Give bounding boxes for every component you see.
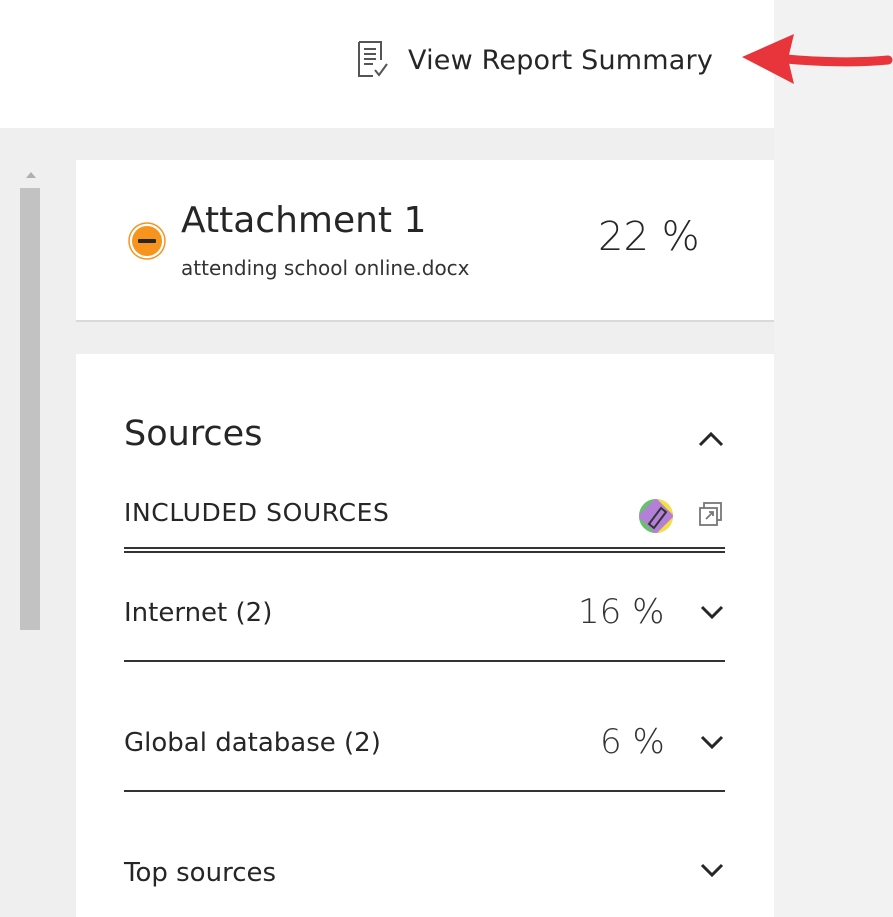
highlight-filter-icon[interactable]: [638, 498, 674, 534]
sources-card: Sources INCLUDED SOURCES Internet (2) 16…: [76, 354, 774, 917]
row-divider: [124, 660, 725, 662]
red-arrow-annotation: [742, 34, 893, 84]
included-sources-divider: [124, 547, 725, 553]
view-report-summary-label: View Report Summary: [408, 44, 714, 76]
scroll-up-arrow-icon[interactable]: [22, 168, 40, 182]
source-row-label: Internet (2): [124, 598, 273, 628]
chevron-up-icon[interactable]: [696, 428, 726, 450]
right-rail: [774, 0, 893, 917]
document-check-icon: [358, 41, 388, 77]
export-icon[interactable]: [698, 501, 724, 527]
attachment-card[interactable]: Attachment 1 attending school online.doc…: [76, 160, 774, 322]
source-row-percent: 16 %: [578, 592, 665, 632]
row-divider: [124, 790, 725, 792]
view-report-summary-link[interactable]: View Report Summary: [356, 38, 713, 82]
page: View Report Summary Attachment 1 attendi…: [0, 0, 893, 917]
source-row-label: Top sources: [124, 858, 277, 888]
scrollbar-thumb[interactable]: [20, 188, 40, 630]
chevron-down-icon[interactable]: [698, 860, 726, 880]
source-row-percent: 6 %: [600, 722, 665, 762]
sources-title: Sources: [124, 414, 263, 454]
source-row-global-database[interactable]: Global database (2) 6 %: [124, 690, 725, 798]
attachment-similarity-score: 22 %: [598, 214, 700, 260]
orange-minus-circle-icon: [128, 222, 166, 260]
source-row-label: Global database (2): [124, 728, 381, 758]
attachment-title: Attachment 1: [181, 200, 427, 241]
chevron-down-icon[interactable]: [698, 602, 726, 622]
source-row-top-sources[interactable]: Top sources: [124, 820, 725, 917]
included-sources-label: INCLUDED SOURCES: [124, 498, 390, 527]
source-row-internet[interactable]: Internet (2) 16 %: [124, 560, 725, 668]
attachment-filename: attending school online.docx: [181, 256, 470, 280]
chevron-down-icon[interactable]: [698, 732, 726, 752]
